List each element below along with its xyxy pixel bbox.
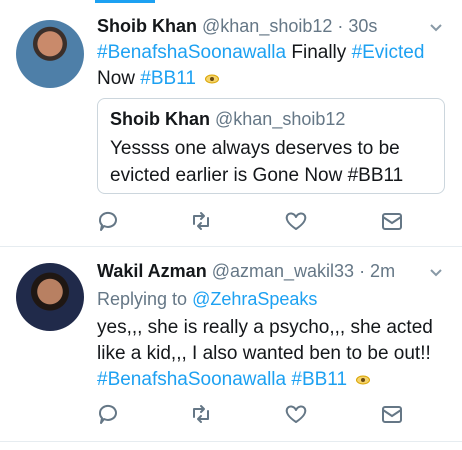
retweet-icon[interactable] [188, 208, 214, 234]
quoted-header: Shoib Khan @khan_shoib12 [110, 109, 345, 130]
reply-target-link[interactable]: @ZehraSpeaks [192, 289, 317, 309]
quoted-text: Yessss one always deserves to be evicted… [110, 138, 404, 186]
tweet-actions [95, 208, 415, 234]
tweet-header: Wakil Azman @azman_wakil33 · 2m [97, 261, 395, 282]
author-handle[interactable]: @khan_shoib12 [202, 16, 332, 36]
quoted-author-handle: @khan_shoib12 [215, 109, 346, 129]
chevron-down-icon[interactable] [428, 265, 444, 281]
tweet-header: Shoib Khan @khan_shoib12 · 30s [97, 16, 377, 37]
text-segment: Finally [286, 42, 352, 63]
hashtag[interactable]: #BenafshaSoonawalla [97, 369, 286, 390]
author-name[interactable]: Shoib Khan [97, 16, 197, 36]
reply-icon[interactable] [95, 208, 121, 234]
avatar[interactable] [16, 263, 84, 331]
text-line: like a kid,,, I also wanted ben to be ou… [97, 343, 431, 364]
hashtag[interactable]: #BenafshaSoonawalla [97, 42, 286, 63]
tweet-text: #BenafshaSoonawalla Finally #Evicted Now… [97, 40, 442, 92]
tweet-text: yes,,, she is really a psycho,,, she act… [97, 315, 442, 393]
direct-message-icon[interactable] [379, 401, 405, 427]
retweet-icon[interactable] [188, 401, 214, 427]
hashtag[interactable]: #Evicted [352, 42, 425, 63]
hashtag[interactable]: #BB11 [140, 68, 196, 89]
tweet-divider [0, 441, 462, 442]
avatar[interactable] [16, 20, 84, 88]
eye-emoji-icon [356, 375, 371, 385]
quoted-tweet[interactable]: Shoib Khan @khan_shoib12 Yessss one alwa… [97, 98, 445, 194]
author-name[interactable]: Wakil Azman [97, 261, 207, 281]
timestamp[interactable]: · 2m [359, 261, 395, 281]
replying-to: Replying to @ZehraSpeaks [97, 289, 317, 310]
reply-icon[interactable] [95, 401, 121, 427]
text-segment: Now [97, 68, 141, 89]
like-icon[interactable] [283, 208, 309, 234]
direct-message-icon[interactable] [379, 208, 405, 234]
chevron-down-icon[interactable] [428, 20, 444, 36]
author-handle[interactable]: @azman_wakil33 [212, 261, 354, 281]
timestamp[interactable]: · 30s [337, 16, 377, 36]
tweet-actions [95, 401, 415, 427]
like-icon[interactable] [283, 401, 309, 427]
text-line: yes,,, she is really a psycho,,, she act… [97, 317, 433, 338]
quoted-author-name: Shoib Khan [110, 109, 210, 129]
eye-emoji-icon [205, 74, 220, 84]
replying-label: Replying to [97, 289, 193, 309]
tweet[interactable]: Shoib Khan @khan_shoib12 · 30s #Benafsha… [0, 0, 462, 246]
tweet[interactable]: Wakil Azman @azman_wakil33 · 2m Replying… [0, 247, 462, 441]
hashtag[interactable]: #BB11 [291, 369, 347, 390]
